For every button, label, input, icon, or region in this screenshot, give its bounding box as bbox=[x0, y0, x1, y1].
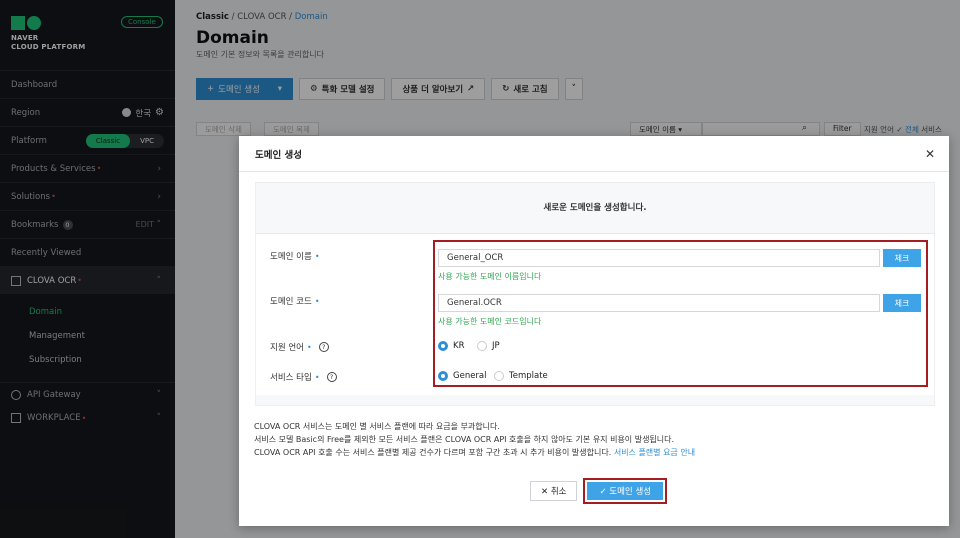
service-type-radio-template[interactable]: Template bbox=[494, 371, 548, 381]
close-icon: ✕ bbox=[541, 487, 549, 497]
create-domain-submit-button[interactable]: ✓ 도메인 생성 bbox=[587, 482, 664, 500]
domain-name-input[interactable] bbox=[438, 249, 880, 267]
close-icon[interactable]: ✕ bbox=[925, 147, 935, 161]
domain-code-label: 도메인 코드 • bbox=[270, 296, 320, 308]
modal-form-area: 새로운 도메인을 생성합니다. 도메인 이름• 체크 사용 가능한 도메인 이름… bbox=[255, 182, 935, 406]
domain-name-check-button[interactable]: 체크 bbox=[883, 249, 921, 267]
pricing-notes: CLOVA OCR 서비스는 도메인 별 서비스 플랜에 따라 요금을 부과합니… bbox=[254, 422, 696, 457]
modal-header: 도메인 생성 ✕ bbox=[239, 136, 949, 172]
language-radio-kr[interactable]: KR bbox=[438, 341, 464, 351]
create-button-highlight: ✓ 도메인 생성 bbox=[583, 478, 668, 504]
modal-intro: 새로운 도메인을 생성합니다. bbox=[543, 203, 647, 213]
domain-code-input[interactable] bbox=[438, 294, 880, 312]
language-label: 지원 언어 • ? bbox=[270, 341, 329, 353]
domain-name-label: 도메인 이름 • bbox=[270, 251, 320, 263]
help-icon[interactable]: ? bbox=[318, 342, 329, 352]
domain-code-ok-message: 사용 가능한 도메인 코드입니다 bbox=[438, 317, 542, 326]
service-type-radio-general[interactable]: General bbox=[438, 371, 487, 381]
modal-footer: ✕ 취소 ✓ 도메인 생성 bbox=[530, 478, 668, 504]
check-icon: ✓ bbox=[599, 487, 607, 497]
domain-code-check-button[interactable]: 체크 bbox=[883, 294, 921, 312]
radio-empty-icon bbox=[477, 341, 487, 351]
domain-form: 도메인 이름• 체크 사용 가능한 도메인 이름입니다 도메인 코드• 체크 사… bbox=[256, 233, 934, 395]
service-type-label: 서비스 타입 • ? bbox=[270, 371, 337, 383]
modal-title: 도메인 생성 bbox=[255, 149, 303, 161]
create-domain-modal: 도메인 생성 ✕ 새로운 도메인을 생성합니다. 도메인 이름• 체크 사용 가… bbox=[239, 136, 949, 526]
domain-name-ok-message: 사용 가능한 도메인 이름입니다 bbox=[438, 272, 542, 281]
pricing-guide-link[interactable]: 서비스 플랜별 요금 안내 bbox=[614, 448, 695, 457]
language-radio-jp[interactable]: JP bbox=[477, 341, 500, 351]
help-icon[interactable]: ? bbox=[326, 372, 337, 382]
radio-selected-icon bbox=[438, 341, 448, 351]
radio-selected-icon bbox=[438, 371, 448, 381]
cancel-button[interactable]: ✕ 취소 bbox=[530, 481, 578, 501]
radio-empty-icon bbox=[494, 371, 504, 381]
